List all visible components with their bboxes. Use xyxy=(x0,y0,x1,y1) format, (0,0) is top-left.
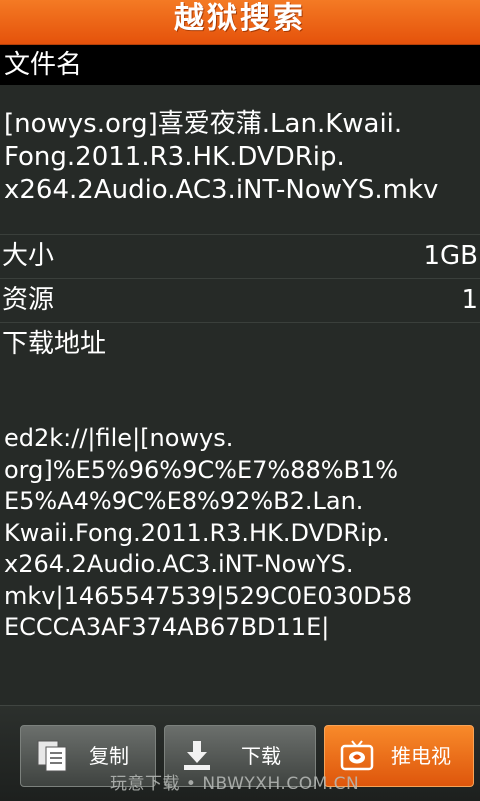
link-label-row: 下载地址 xyxy=(0,322,480,367)
download-button-label: 下载 xyxy=(241,744,281,768)
download-link-text[interactable]: ed2k://|file|[nowys. org]%E5%96%9C%E7%88… xyxy=(4,423,476,644)
app-title: 越狱搜索 xyxy=(174,1,306,36)
sources-label: 资源 xyxy=(2,285,55,315)
filename-label: 文件名 xyxy=(4,50,83,80)
download-link-label: 下载地址 xyxy=(2,329,107,359)
watermark: 玩意下载 • NBWYXH.COM.CN xyxy=(110,774,360,794)
copy-button-label: 复制 xyxy=(89,744,129,768)
bottom-toolbar: 复制 下载 推电视 玩意下载 • NBWYXH.COM.CN xyxy=(0,705,480,801)
sources-value: 1 xyxy=(461,285,478,315)
size-value: 1GB xyxy=(423,241,478,271)
copy-icon xyxy=(37,740,67,772)
filename-section-header: 文件名 xyxy=(0,45,480,85)
size-label: 大小 xyxy=(2,241,55,271)
filename-value: [nowys.org]喜爱夜蒲.Lan.Kwaii. Fong.2011.R3.… xyxy=(4,109,439,205)
push-tv-button-label: 推电视 xyxy=(391,744,451,768)
sources-row: 资源 1 xyxy=(0,278,480,323)
size-row: 大小 1GB xyxy=(0,234,480,279)
title-bar: 越狱搜索 xyxy=(0,0,480,45)
